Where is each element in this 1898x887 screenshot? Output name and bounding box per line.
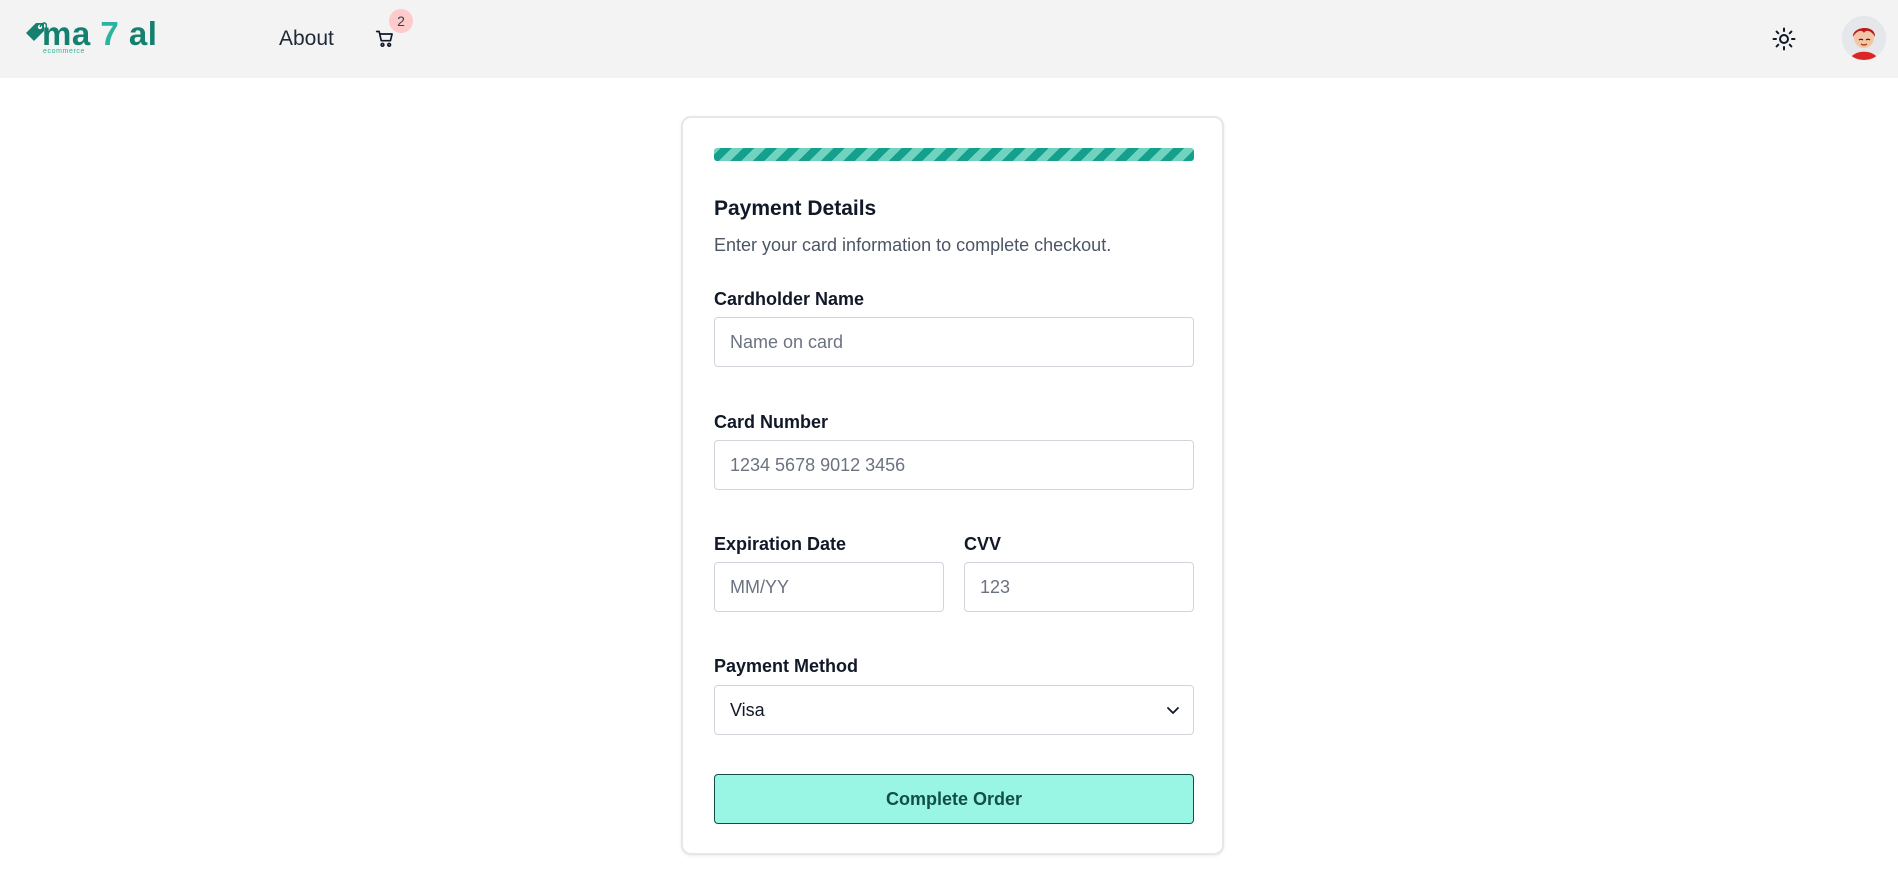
card-number-label: Card Number xyxy=(714,412,829,432)
expiration-date-input[interactable] xyxy=(714,562,944,612)
progress-fill xyxy=(714,148,1194,161)
payment-method-label: Payment Method xyxy=(714,656,859,676)
theme-toggle-button[interactable] xyxy=(1770,25,1798,53)
logo-subtitle: ecommerce xyxy=(43,48,85,55)
card-number-input[interactable] xyxy=(714,440,1194,490)
cvv-input[interactable] xyxy=(964,562,1194,612)
expiration-date-label: Expiration Date xyxy=(714,534,847,554)
cardholder-name-input[interactable] xyxy=(714,317,1194,367)
nav-link-about[interactable]: About xyxy=(279,26,334,52)
shopping-cart-icon xyxy=(375,30,393,47)
chevron-down-icon xyxy=(1167,707,1179,714)
avatar-illustration-icon xyxy=(1842,16,1886,60)
user-avatar[interactable] xyxy=(1842,16,1886,60)
payment-method-value: Visa xyxy=(730,699,765,720)
logo-link[interactable]: ma 7 al ecommerce xyxy=(24,14,164,60)
checkout-progress-bar xyxy=(714,148,1194,161)
payment-method-select[interactable]: Visa xyxy=(714,685,1194,735)
page-subtitle: Enter your card information to complete … xyxy=(714,235,1112,255)
complete-order-button[interactable]: Complete Order xyxy=(714,774,1194,824)
cvv-label: CVV xyxy=(964,534,1002,554)
cart-count-badge: 2 xyxy=(389,9,413,33)
payment-card: Payment Details Enter your card informat… xyxy=(681,116,1224,855)
navbar: ma 7 al ecommerce About 2 xyxy=(0,0,1898,78)
cardholder-name-label: Cardholder Name xyxy=(714,289,865,309)
page-title: Payment Details xyxy=(714,197,877,220)
sun-icon xyxy=(1772,27,1796,51)
